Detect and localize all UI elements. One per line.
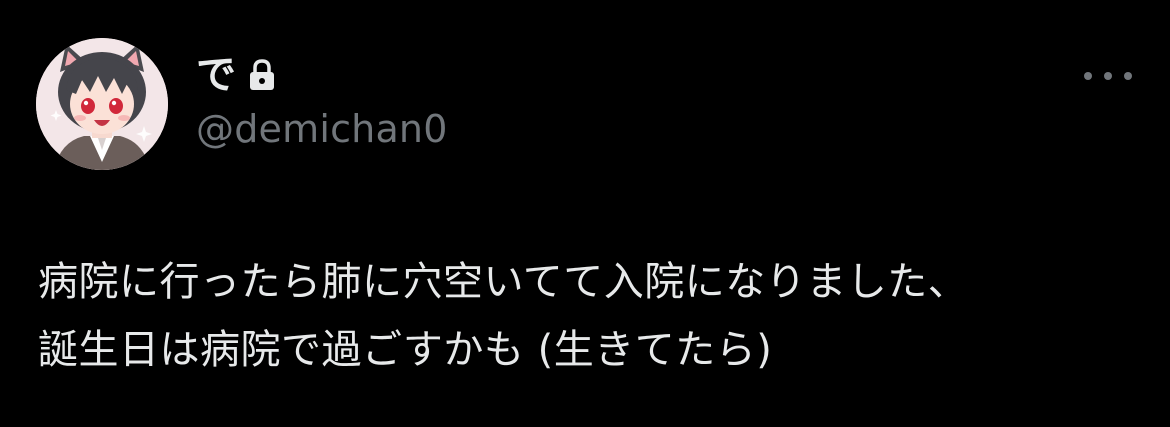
avatar[interactable] — [36, 38, 168, 170]
display-name[interactable]: で — [196, 55, 236, 95]
tweet-text: 病院に行ったら肺に穴空いてて入院になりました、 誕生日は病院で過ごすかも (生き… — [38, 248, 1138, 384]
lock-icon — [248, 58, 276, 92]
more-dot — [1084, 72, 1092, 80]
tweet-card: で @demichan0 病院に行ったら肺に穴空いてて入院になりました、 誕生日… — [0, 0, 1170, 427]
more-dot — [1104, 72, 1112, 80]
tweet-text-line: 病院に行ったら肺に穴空いてて入院になりました、 — [38, 259, 969, 305]
avatar-image — [36, 38, 168, 170]
tweet-text-line: 誕生日は病院で過ごすかも (生きてたら) — [38, 327, 773, 373]
more-dot — [1124, 72, 1132, 80]
display-name-row: で — [196, 50, 276, 100]
more-options-icon[interactable] — [1084, 62, 1132, 90]
user-handle[interactable]: @demichan0 — [196, 110, 448, 148]
